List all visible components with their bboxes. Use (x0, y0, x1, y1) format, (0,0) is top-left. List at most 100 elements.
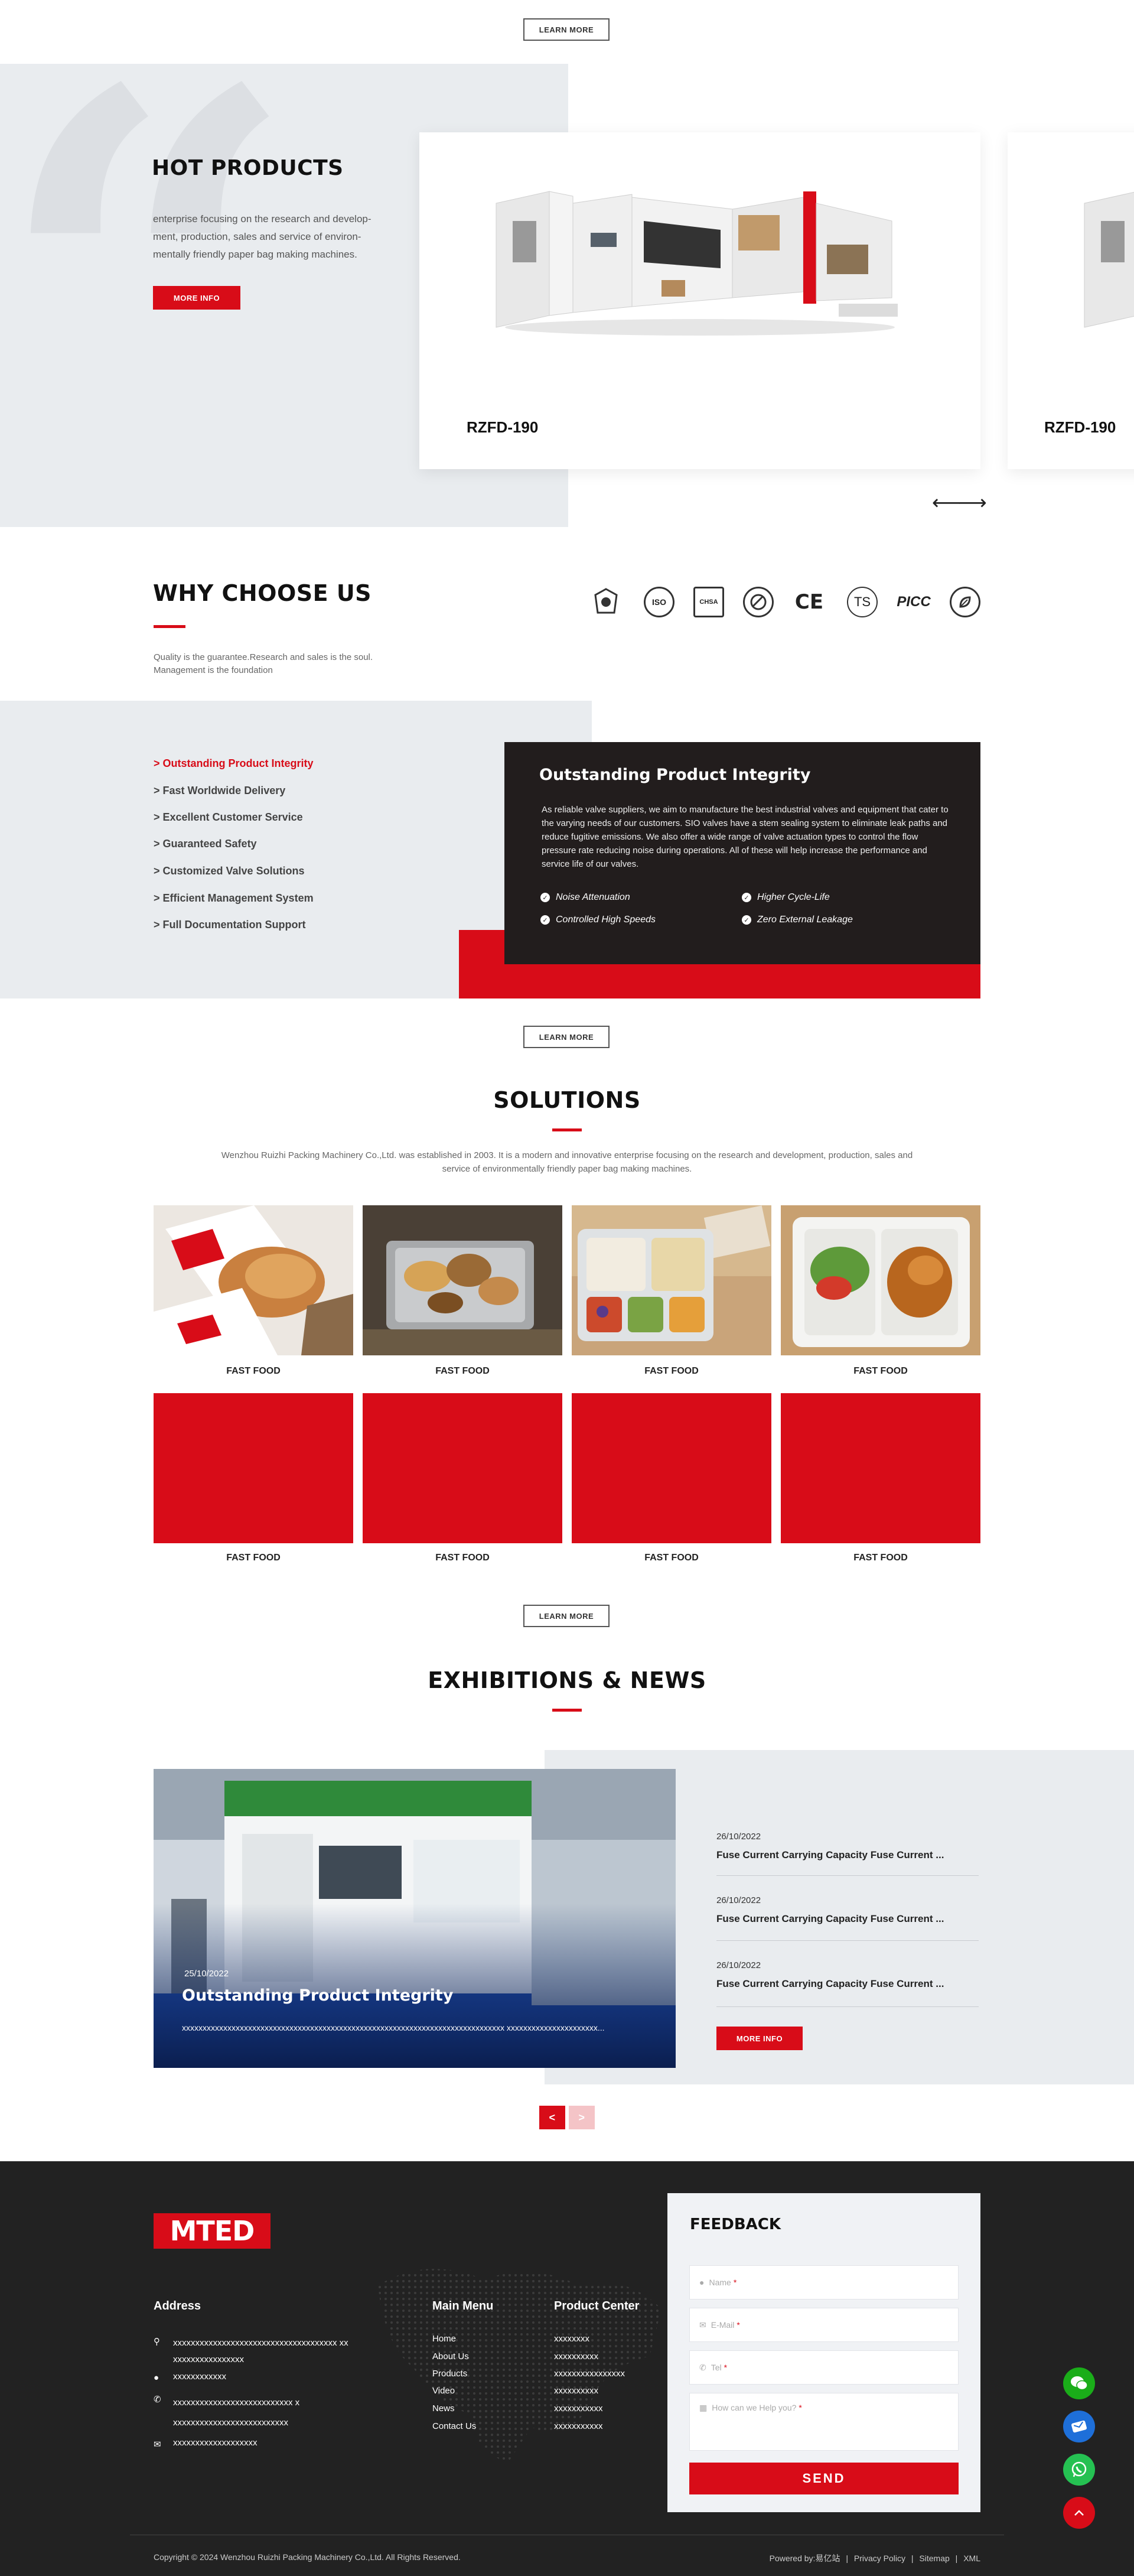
solutions-title-underline (552, 1128, 582, 1131)
why-item-safety[interactable]: > Guaranteed Safety (154, 838, 257, 850)
footer-menu-contact[interactable]: Contact Us (432, 2421, 476, 2431)
why-item-customer-service[interactable]: > Excellent Customer Service (154, 811, 303, 824)
footer-product-item[interactable]: xxxxxxxxxxxxxxxx (554, 2369, 625, 2379)
footer-product-item[interactable]: xxxxxxxxxxx (554, 2403, 603, 2414)
product-card-2[interactable]: RZFD-190 (1008, 132, 1134, 469)
solution-image-5[interactable] (154, 1393, 353, 1543)
copyright-text: Copyright © 2024 Wenzhou Ruizhi Packing … (154, 2552, 461, 2562)
email-placeholder: E-Mail (711, 2320, 735, 2330)
footer-menu-products[interactable]: Products (432, 2369, 467, 2379)
why-item-outstanding-integrity[interactable]: > Outstanding Product Integrity (154, 757, 314, 770)
news-divider (716, 1940, 979, 1941)
name-placeholder: Name (709, 2278, 731, 2287)
footer-menu-news[interactable]: News (432, 2403, 455, 2414)
news-prev-button[interactable]: < (539, 2106, 565, 2129)
xml-link[interactable]: XML (963, 2554, 980, 2563)
featured-news-title[interactable]: Outstanding Product Integrity (182, 1986, 453, 2005)
back-to-top-icon[interactable] (1063, 2497, 1095, 2529)
footer-phone: xxxxxxxxxxxxxxxxxxxxxxxxxxx xxxxxxxxxxxx… (173, 2398, 300, 2428)
hot-products-more-info-button[interactable]: MORE INFO (153, 286, 240, 310)
news-item-3-date: 26/10/2022 (716, 1960, 761, 1970)
news-divider (716, 2006, 979, 2007)
sitemap-link[interactable]: Sitemap (919, 2554, 949, 2563)
news-item-2-title[interactable]: Fuse Current Carrying Capacity Fuse Curr… (716, 1913, 944, 1925)
footer-address-title: Address (154, 2299, 201, 2312)
feedback-send-button[interactable]: SEND (689, 2463, 959, 2494)
chsa-cert-icon: CHSA (693, 587, 724, 617)
footer-menu-home[interactable]: Home (432, 2334, 456, 2344)
solutions-description: Wenzhou Ruizhi Packing Machinery Co.,Ltd… (221, 1150, 913, 1174)
learn-more-button-top[interactable]: LEARN MORE (523, 18, 610, 41)
solution-image-3[interactable] (572, 1205, 771, 1355)
whatsapp-icon[interactable] (1063, 2454, 1095, 2486)
product-card-1-name: RZFD-190 (467, 418, 539, 436)
why-item-documentation[interactable]: > Full Documentation Support (154, 919, 306, 931)
learn-more-button-solutions[interactable]: LEARN MORE (523, 1605, 610, 1627)
mail-icon: ✉ (154, 2440, 161, 2450)
feature-zero-leakage: ✓ Zero External Leakage (742, 915, 853, 925)
learn-more-button-why[interactable]: LEARN MORE (523, 1026, 610, 1048)
footer-product-item[interactable]: xxxxxxxxxxx (554, 2421, 603, 2431)
solution-image-1[interactable] (154, 1205, 353, 1355)
person-icon: ● (699, 2278, 705, 2287)
feedback-email-input[interactable]: ✉ E-Mail * (689, 2308, 959, 2342)
why-title-underline (154, 625, 185, 628)
news-title-underline (552, 1709, 582, 1712)
tel-placeholder: Tel (711, 2363, 722, 2372)
footer-menu-about[interactable]: About Us (432, 2351, 469, 2362)
feedback-tel-input[interactable]: ✆ Tel * (689, 2350, 959, 2385)
solution-image-8[interactable] (781, 1393, 980, 1543)
solution-caption-6: FAST FOOD (435, 1553, 490, 1563)
ts-cert-icon: TS (847, 587, 878, 617)
feature-label: Controlled High Speeds (556, 915, 656, 925)
globe-cert-icon (743, 587, 774, 617)
wechat-icon[interactable] (1063, 2367, 1095, 2399)
carousel-prev-arrow[interactable]: ⟵ (932, 493, 961, 513)
solution-image-7[interactable] (572, 1393, 771, 1543)
featured-news-card[interactable]: 25/10/2022 Outstanding Product Integrity… (154, 1769, 676, 2068)
solution-image-2[interactable] (363, 1205, 562, 1355)
feedback-message-textarea[interactable]: ▦ How can we Help you? * (689, 2393, 959, 2451)
mail-icon: ✉ (699, 2320, 706, 2330)
why-choose-title: WHY CHOOSE US (153, 580, 372, 606)
solution-caption-8: FAST FOOD (853, 1553, 908, 1563)
why-item-customized-solutions[interactable]: > Customized Valve Solutions (154, 865, 305, 877)
picc-cert-icon: PICC (897, 594, 931, 610)
footer-menu-title: Main Menu (432, 2299, 494, 2312)
quote-mark-decoration: “ (0, 0, 300, 601)
feedback-name-input[interactable]: ● Name * (689, 2265, 959, 2299)
why-subtitle: Quality is the guarantee.Research and sa… (154, 652, 373, 675)
link-separator: | (911, 2554, 914, 2563)
check-icon: ✓ (540, 893, 550, 902)
carousel-next-arrow[interactable]: ⟶ (958, 493, 987, 513)
product-card-1[interactable]: RZFD-190 (419, 132, 980, 469)
message-icon[interactable] (1063, 2411, 1095, 2442)
news-item-2-date: 26/10/2022 (716, 1895, 761, 1905)
news-divider (716, 1875, 979, 1876)
solution-image-6[interactable] (363, 1393, 562, 1543)
solution-caption-3: FAST FOOD (644, 1366, 699, 1376)
news-next-button[interactable]: > (569, 2106, 595, 2129)
footer-product-item[interactable]: xxxxxxxx (554, 2334, 589, 2344)
required-marker: * (724, 2363, 728, 2372)
solution-image-4[interactable] (781, 1205, 980, 1355)
check-icon: ✓ (742, 893, 751, 902)
powered-by-link[interactable]: Powered by:易亿站 (770, 2554, 840, 2563)
news-item-1-title[interactable]: Fuse Current Carrying Capacity Fuse Curr… (716, 1849, 944, 1861)
why-item-fast-delivery[interactable]: > Fast Worldwide Delivery (154, 785, 285, 797)
news-title: EXHIBITIONS & NEWS (428, 1667, 706, 1693)
privacy-policy-link[interactable]: Privacy Policy (854, 2554, 905, 2563)
footer-product-item[interactable]: xxxxxxxxxx (554, 2351, 598, 2362)
footer-menu-video[interactable]: Video (432, 2386, 455, 2396)
news-item-3-title[interactable]: Fuse Current Carrying Capacity Fuse Curr… (716, 1978, 944, 1990)
footer-logo-text: MTED (170, 2215, 255, 2247)
news-more-info-button[interactable]: MORE INFO (716, 2027, 803, 2050)
leaf-cert-icon (950, 587, 980, 617)
why-item-management-system[interactable]: > Efficient Management System (154, 892, 314, 905)
location-pin-icon: ⚲ (154, 2337, 160, 2347)
footer-product-item[interactable]: xxxxxxxxxx (554, 2386, 598, 2396)
footer-logo[interactable]: MTED (154, 2213, 271, 2249)
footer-contact-person: xxxxxxxxxxxx (173, 2372, 226, 2382)
featured-news-date: 25/10/2022 (184, 1969, 229, 1979)
hot-products-title: HOT PRODUCTS (152, 156, 344, 180)
